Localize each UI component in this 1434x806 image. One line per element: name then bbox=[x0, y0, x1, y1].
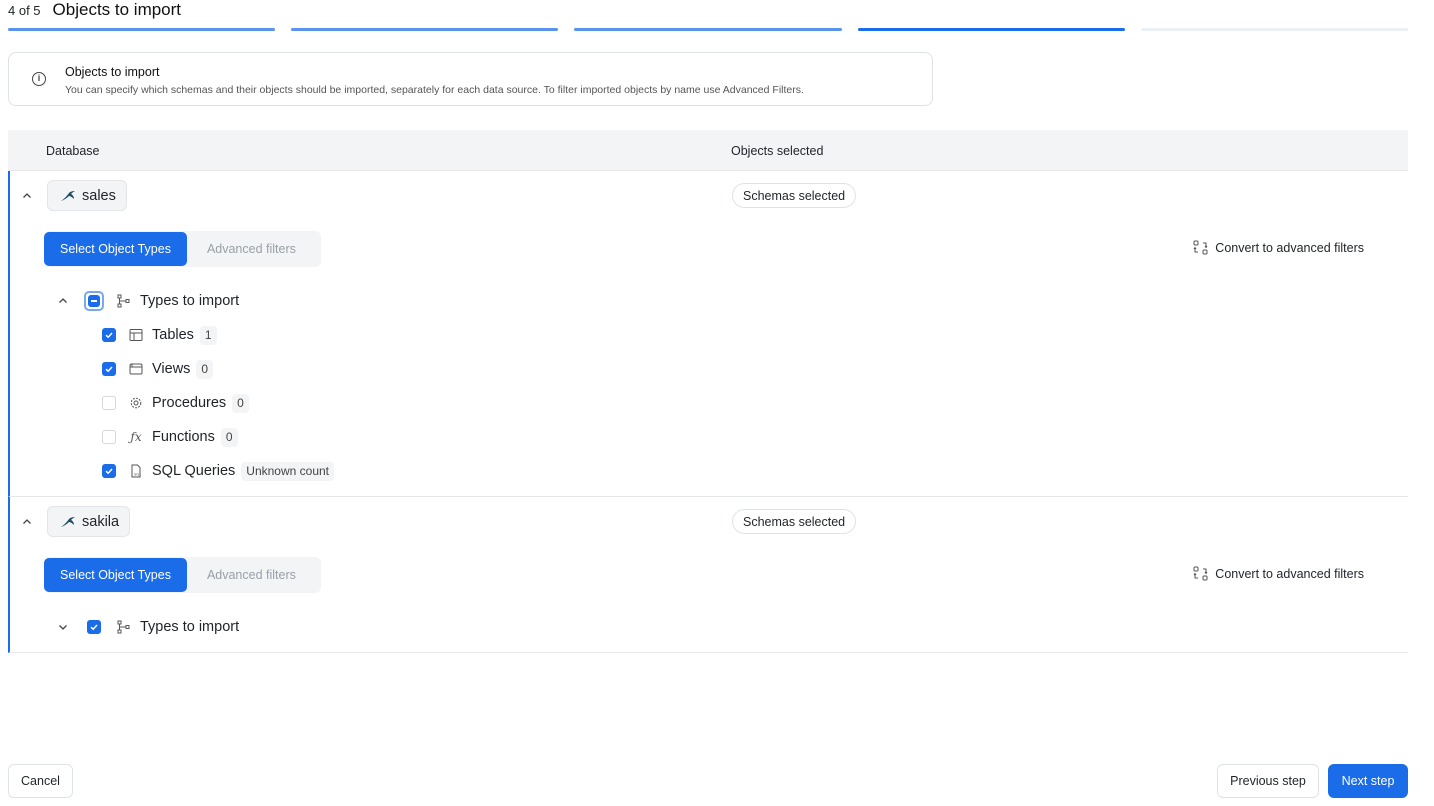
convert-to-advanced-filters-button[interactable]: Convert to advanced filters bbox=[1193, 240, 1364, 255]
collapse-chevron-up-icon[interactable] bbox=[20, 515, 34, 529]
tree-root-label: Types to import bbox=[140, 293, 240, 309]
type-label: Functions bbox=[152, 429, 215, 445]
tab-advanced-filters[interactable]: Advanced filters bbox=[187, 242, 316, 256]
count-badge: 0 bbox=[220, 427, 238, 447]
info-icon: i bbox=[32, 72, 46, 86]
collapse-chevron-up-icon[interactable] bbox=[56, 294, 70, 308]
convert-label: Convert to advanced filters bbox=[1215, 240, 1364, 255]
database-row-sales: sales Schemas selected Select Object Typ… bbox=[8, 171, 1408, 497]
tab-select-object-types[interactable]: Select Object Types bbox=[44, 558, 187, 592]
database-name: sakila bbox=[82, 513, 120, 530]
tab-advanced-filters[interactable]: Advanced filters bbox=[187, 568, 316, 582]
type-label: Views bbox=[152, 361, 191, 377]
function-icon: ƒx bbox=[130, 430, 142, 444]
sql-file-icon: SQL bbox=[128, 463, 144, 479]
step-counter: 4 of 5 bbox=[8, 2, 41, 18]
gear-icon bbox=[128, 395, 144, 411]
next-step-button[interactable]: Next step bbox=[1328, 764, 1408, 798]
convert-icon bbox=[1193, 240, 1208, 255]
hierarchy-icon bbox=[116, 619, 132, 635]
tab-select-object-types[interactable]: Select Object Types bbox=[44, 232, 187, 266]
convert-label: Convert to advanced filters bbox=[1215, 566, 1364, 581]
mode-toggle: Select Object Types Advanced filters bbox=[44, 557, 321, 593]
types-checkbox[interactable] bbox=[87, 620, 101, 634]
type-label: SQL Queries bbox=[152, 463, 236, 479]
tree-root-types-to-import: Types to import bbox=[56, 617, 239, 637]
step-progress-bar bbox=[8, 28, 1409, 31]
view-icon bbox=[128, 361, 144, 377]
hierarchy-icon bbox=[116, 293, 132, 309]
database-row-sakila: sakila Schemas selected Select Object Ty… bbox=[8, 497, 1408, 653]
type-row-procedures: Procedures 0 bbox=[102, 393, 249, 413]
mysql-dolphin-icon bbox=[61, 516, 75, 527]
cancel-button[interactable]: Cancel bbox=[8, 764, 73, 798]
convert-to-advanced-filters-button[interactable]: Convert to advanced filters bbox=[1193, 566, 1364, 581]
objects-selected-badge: Schemas selected bbox=[732, 509, 857, 534]
wizard-header: 4 of 5 Objects to import bbox=[8, 0, 181, 20]
tables-checkbox[interactable] bbox=[102, 328, 116, 342]
type-row-tables: Tables 1 bbox=[102, 325, 217, 345]
type-row-sql-queries: SQL SQL Queries Unknown count bbox=[102, 461, 334, 481]
column-header-database: Database bbox=[46, 144, 100, 158]
progress-step-1 bbox=[8, 28, 276, 31]
type-row-views: Views 0 bbox=[102, 359, 214, 379]
progress-step-2 bbox=[291, 28, 559, 31]
svg-text:SQL: SQL bbox=[134, 473, 141, 477]
info-title: Objects to import bbox=[65, 65, 160, 79]
type-label: Tables bbox=[152, 327, 194, 343]
table-header: Database Objects selected bbox=[8, 130, 1408, 171]
progress-step-5 bbox=[1140, 28, 1409, 31]
previous-step-button[interactable]: Previous step bbox=[1217, 764, 1319, 798]
convert-icon bbox=[1193, 566, 1208, 581]
type-label: Procedures bbox=[152, 395, 227, 411]
count-badge: 1 bbox=[199, 325, 217, 345]
table-icon bbox=[128, 327, 144, 343]
collapse-chevron-up-icon[interactable] bbox=[20, 189, 34, 203]
procedures-checkbox[interactable] bbox=[102, 396, 116, 410]
mysql-dolphin-icon bbox=[61, 190, 75, 201]
count-badge: 0 bbox=[232, 393, 249, 413]
progress-step-4 bbox=[857, 28, 1125, 31]
info-description: You can specify which schemas and their … bbox=[65, 84, 804, 96]
objects-selected-badge: Schemas selected bbox=[732, 183, 857, 208]
database-name: sales bbox=[82, 187, 116, 204]
types-indeterminate-checkbox[interactable] bbox=[84, 291, 104, 311]
expand-chevron-down-icon[interactable] bbox=[56, 620, 70, 634]
database-chip[interactable]: sakila bbox=[47, 506, 131, 537]
info-banner: i Objects to import You can specify whic… bbox=[8, 52, 933, 106]
sql-queries-checkbox[interactable] bbox=[102, 464, 116, 478]
mode-toggle: Select Object Types Advanced filters bbox=[44, 231, 321, 267]
progress-step-3 bbox=[574, 28, 842, 31]
database-chip[interactable]: sales bbox=[47, 180, 127, 211]
views-checkbox[interactable] bbox=[102, 362, 116, 376]
page-title: Objects to import bbox=[52, 0, 182, 19]
type-row-functions: ƒx Functions 0 bbox=[102, 427, 238, 447]
tree-root-label: Types to import bbox=[140, 619, 240, 635]
count-badge: Unknown count bbox=[241, 461, 334, 481]
functions-checkbox[interactable] bbox=[102, 430, 116, 444]
tree-root-types-to-import: Types to import bbox=[56, 291, 239, 311]
column-header-objects-selected: Objects selected bbox=[731, 144, 824, 158]
count-badge: 0 bbox=[196, 359, 214, 379]
